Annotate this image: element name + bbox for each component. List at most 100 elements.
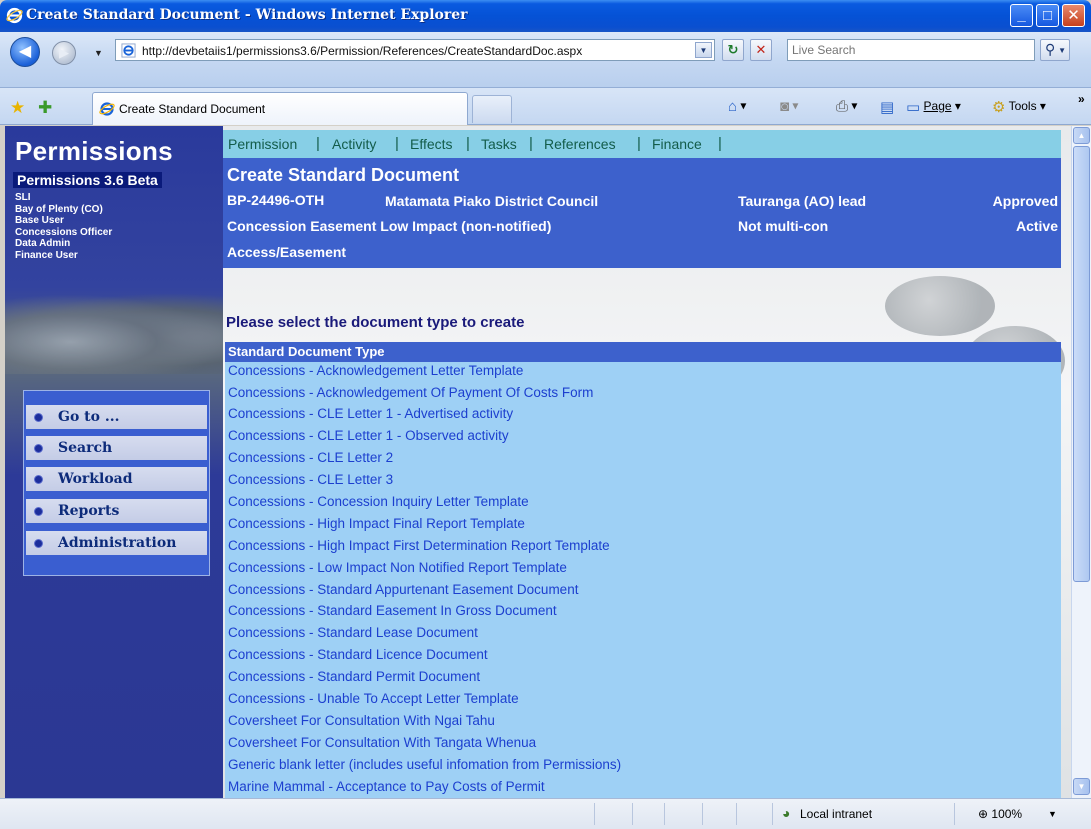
add-favorites-icon[interactable]: ✚ — [38, 98, 52, 118]
list-header: Standard Document Type — [225, 342, 1061, 362]
sidebar-item-label: Reports — [58, 503, 120, 519]
ie-tab-icon — [99, 102, 115, 116]
home-button[interactable]: ⌂ ▾ — [728, 98, 746, 115]
refresh-icon: ↻ — [727, 42, 739, 57]
sidebar-item-reports[interactable]: Reports — [26, 499, 207, 523]
document-type-link[interactable]: Concessions - High Impact Final Report T… — [228, 516, 525, 536]
document-type-link[interactable]: Concessions - Standard Lease Document — [228, 625, 478, 645]
sidebar-item-label: Go to ... — [58, 409, 120, 425]
scroll-up-icon[interactable]: ▲ — [1073, 127, 1090, 144]
address-dropdown-icon[interactable]: ▼ — [695, 42, 712, 58]
ie-logo-icon — [6, 7, 23, 24]
feeds-icon: ◙ — [780, 98, 790, 115]
sidebar-item-label: Administration — [58, 535, 177, 551]
minimize-button[interactable]: _ — [1010, 4, 1033, 27]
search-options-dropdown-icon: ▼ — [1058, 46, 1066, 55]
document-type-link[interactable]: Concessions - CLE Letter 1 - Observed ac… — [228, 428, 509, 448]
nav-references[interactable]: References — [544, 136, 616, 152]
refresh-button[interactable]: ↻ — [722, 39, 744, 61]
document-type-link[interactable]: Concessions - Standard Permit Document — [228, 669, 480, 689]
document-type-link[interactable]: Generic blank letter (includes useful in… — [228, 757, 621, 777]
favorites-star-icon[interactable]: ★ — [10, 98, 25, 118]
back-arrow-icon: ◀ — [18, 43, 32, 60]
sidebar-menu: Go to ... Search Workload Reports Admini… — [23, 390, 210, 576]
main-content: Permission | Activity | Effects | Tasks … — [223, 126, 1071, 798]
window-title-bar[interactable]: Create Standard Document - Windows Inter… — [0, 0, 1091, 32]
sidebar-item-administration[interactable]: Administration — [26, 531, 207, 555]
history-dropdown-icon[interactable]: ▼ — [94, 48, 103, 58]
status-divider — [594, 803, 595, 825]
feeds-button[interactable]: ◙ ▾ — [780, 98, 798, 115]
back-button[interactable]: ◀ — [10, 37, 40, 67]
document-type-link[interactable]: Concessions - CLE Letter 3 — [228, 472, 393, 492]
document-type-link[interactable]: Concessions - High Impact First Determin… — [228, 538, 610, 558]
print-button[interactable]: ⎙ ▾ — [836, 98, 857, 115]
document-type-link[interactable]: Concessions - Standard Easement In Gross… — [228, 603, 557, 623]
page-icon: ▭ — [906, 99, 921, 116]
nav-effects[interactable]: Effects — [410, 136, 453, 152]
role-item: Concessions Officer — [15, 226, 113, 238]
document-type-link[interactable]: Concessions - Acknowledgement Of Payment… — [228, 385, 593, 405]
role-item: Data Admin — [15, 238, 71, 249]
research-button[interactable]: ▤ — [880, 98, 894, 116]
address-toolbar: ◀ ▶ ▼ http://devbetaiis1/permissions3.6/… — [0, 32, 1091, 88]
document-type-link[interactable]: Concessions - Standard Appurtenant Easem… — [228, 582, 578, 602]
nav-separator: | — [395, 135, 399, 152]
search-go-button[interactable]: ⚲ ▼ — [1040, 39, 1070, 61]
chevron-more-icon[interactable]: » — [1078, 92, 1085, 106]
search-icon: ⚲ — [1045, 41, 1056, 57]
bullet-icon — [34, 444, 43, 453]
app-brand: Permissions — [15, 136, 173, 166]
live-search-box[interactable] — [787, 39, 1035, 61]
document-type-link[interactable]: Concessions - Acknowledgement Letter Tem… — [228, 363, 523, 383]
close-button[interactable]: ✕ — [1062, 4, 1085, 27]
sidebar-item-goto[interactable]: Go to ... — [26, 405, 207, 429]
forward-button[interactable]: ▶ — [52, 41, 76, 65]
sidebar-item-label: Search — [58, 440, 113, 456]
document-type-link[interactable]: Concessions - Unable To Accept Letter Te… — [228, 691, 519, 711]
permission-header: Create Standard Document BP-24496-OTH Ma… — [223, 158, 1061, 268]
status-divider — [736, 803, 737, 825]
approval-status: Approved — [992, 193, 1058, 209]
document-type-link[interactable]: Concessions - Concession Inquiry Letter … — [228, 494, 529, 514]
document-type-link[interactable]: Concessions - Standard Licence Document — [228, 647, 488, 667]
document-type-link[interactable]: Concessions - Low Impact Non Notified Re… — [228, 560, 567, 580]
new-tab-button[interactable] — [472, 95, 512, 123]
address-input[interactable]: http://devbetaiis1/permissions3.6/Permis… — [115, 39, 715, 61]
status-divider — [664, 803, 665, 825]
scroll-thumb[interactable] — [1073, 146, 1090, 582]
role-item: SLI — [15, 192, 31, 203]
nav-activity[interactable]: Activity — [332, 136, 376, 152]
maximize-button[interactable]: □ — [1036, 4, 1059, 27]
sidebar: Permissions Permissions 3.6 Beta SLI Bay… — [5, 126, 223, 798]
nav-permission[interactable]: Permission — [228, 136, 297, 152]
page-ie-icon — [121, 43, 136, 58]
document-type-link[interactable]: Concessions - CLE Letter 1 - Advertised … — [228, 406, 513, 426]
tab-create-standard-document[interactable]: Create Standard Document — [92, 92, 468, 125]
sidebar-item-workload[interactable]: Workload — [26, 467, 207, 491]
status-divider — [632, 803, 633, 825]
zoom-icon: ⊕ — [978, 807, 989, 821]
url-text: http://devbetaiis1/permissions3.6/Permis… — [142, 44, 583, 58]
role-item: Bay of Plenty (CO) — [15, 203, 103, 215]
page-menu[interactable]: ▭ Page ▾ — [906, 98, 961, 116]
nav-tasks[interactable]: Tasks — [481, 136, 517, 152]
document-type-link[interactable]: Coversheet For Consultation With Ngai Ta… — [228, 713, 495, 733]
zoom-dropdown-icon[interactable]: ▼ — [1048, 809, 1057, 819]
document-type-link[interactable]: Concessions - CLE Letter 2 — [228, 450, 393, 470]
live-search-input[interactable] — [792, 42, 1002, 58]
vertical-scrollbar[interactable]: ▲ ▼ — [1071, 126, 1091, 798]
scroll-down-icon[interactable]: ▼ — [1073, 778, 1090, 795]
forward-arrow-icon: ▶ — [59, 45, 69, 60]
document-type-link[interactable]: Marine Mammal - Acceptance to Pay Costs … — [228, 779, 545, 798]
document-type-link[interactable]: Coversheet For Consultation With Tangata… — [228, 735, 536, 755]
tools-menu[interactable]: ⚙ Tools ▾ — [992, 98, 1046, 116]
bullet-icon — [34, 475, 43, 484]
stop-button[interactable]: ✕ — [750, 39, 772, 61]
zoom-level[interactable]: ⊕ 100% — [978, 807, 1022, 821]
nav-separator: | — [529, 135, 533, 152]
nav-finance[interactable]: Finance — [652, 136, 702, 152]
applicant-name: Matamata Piako District Council — [385, 193, 599, 209]
tab-label: Create Standard Document — [119, 102, 266, 116]
sidebar-item-search[interactable]: Search — [26, 436, 207, 460]
